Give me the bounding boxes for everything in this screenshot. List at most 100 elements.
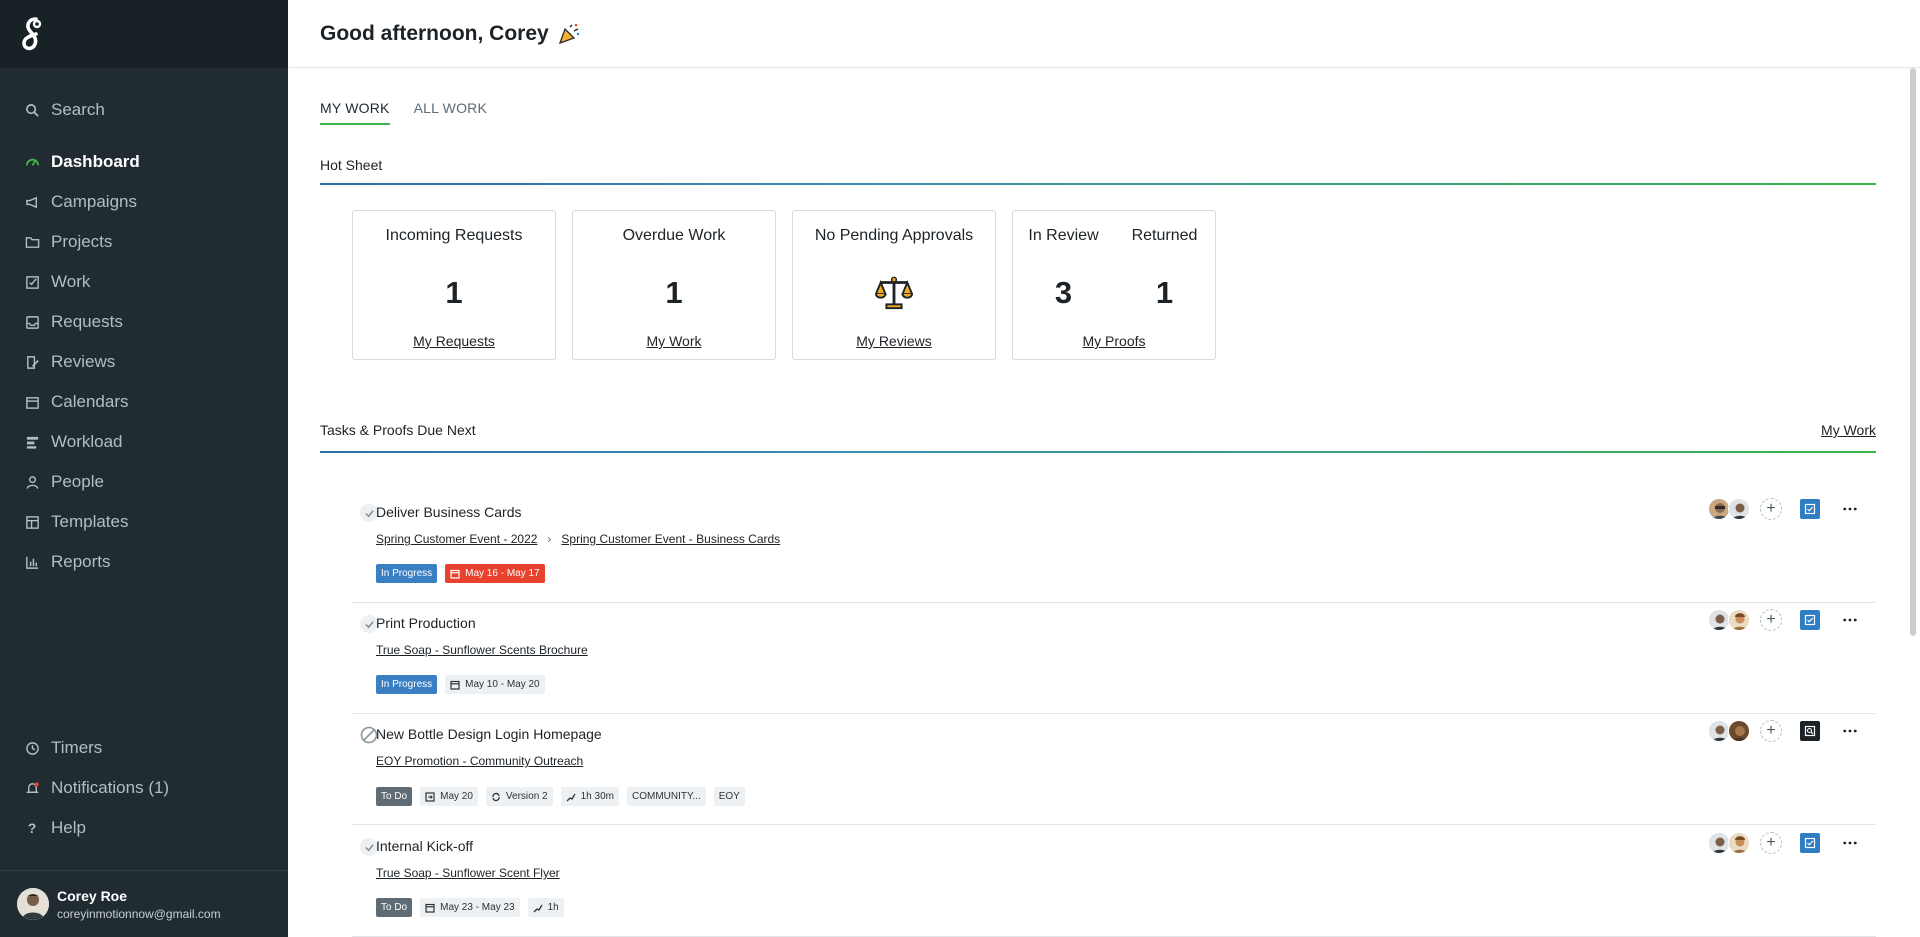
sidebar-item-campaigns[interactable]: Campaigns <box>0 184 288 220</box>
card-count: 3 <box>1054 275 1073 310</box>
card-count: 1 <box>665 275 683 310</box>
my-work-link[interactable]: My Work <box>573 333 775 349</box>
assignee-avatar[interactable] <box>1728 720 1750 742</box>
status-badge[interactable]: In Progress <box>376 675 438 694</box>
project-link[interactable]: True Soap - Sunflower Scents Brochure <box>376 643 588 657</box>
task-title[interactable]: Deliver Business Cards <box>376 504 522 520</box>
tasks-my-work-link[interactable]: My Work <box>1821 422 1876 438</box>
add-assignee-button[interactable]: + <box>1760 720 1782 742</box>
sidebar-item-help[interactable]: ? Help <box>0 810 288 846</box>
status-badge[interactable]: In Progress <box>376 564 438 583</box>
status-badge[interactable]: To Do <box>376 898 413 917</box>
add-assignee-button[interactable]: + <box>1760 832 1782 854</box>
sidebar-item-reviews[interactable]: Reviews <box>0 344 288 380</box>
assignee-avatar[interactable] <box>1708 720 1730 742</box>
calendar-icon <box>450 680 460 690</box>
task-row[interactable]: Print Production True Soap - Sunflower S… <box>352 603 1876 714</box>
status-badge[interactable]: To Do <box>376 787 413 806</box>
check-icon <box>364 843 374 851</box>
hot-sheet-header: Hot Sheet <box>320 157 1876 173</box>
campaign-link[interactable]: Spring Customer Event - 2022 <box>376 532 537 546</box>
sidebar-item-notifications[interactable]: Notifications (1) <box>0 770 288 806</box>
sidebar-item-workload[interactable]: Workload <box>0 424 288 460</box>
task-checkbox-icon <box>1804 837 1816 849</box>
sidebar-item-label: Projects <box>51 232 113 251</box>
scales-icon <box>793 273 995 311</box>
my-reviews-link[interactable]: My Reviews <box>793 333 995 349</box>
ellipsis-icon <box>1843 841 1857 845</box>
task-title[interactable]: New Bottle Design Login Homepage <box>376 726 602 742</box>
label-tag[interactable]: EOY <box>713 787 745 806</box>
task-type-button[interactable] <box>1800 610 1820 630</box>
task-actions: + <box>1708 720 1860 742</box>
label-tag[interactable]: COMMUNITY... <box>626 787 706 806</box>
task-tags: To Do May 20 Version 2 1h 30m COMMUNITY.… <box>376 787 753 806</box>
add-assignee-button[interactable]: + <box>1760 498 1782 520</box>
date-badge[interactable]: May 10 - May 20 <box>445 675 545 694</box>
estimate-badge[interactable]: 1h 30m <box>560 787 619 806</box>
date-badge[interactable]: May 16 - May 17 <box>445 564 545 583</box>
user-profile[interactable]: Corey Roe coreyinmotionnow@gmail.com <box>0 870 288 937</box>
estimate-badge[interactable]: 1h <box>527 898 564 917</box>
tab-all-work[interactable]: ALL WORK <box>414 100 487 125</box>
task-row[interactable]: Internal Kick-off True Soap - Sunflower … <box>352 826 1876 937</box>
sidebar-item-label: People <box>51 472 104 491</box>
search-icon <box>24 102 40 118</box>
task-actions: + <box>1708 609 1860 631</box>
main-scrollbar[interactable] <box>1910 68 1916 636</box>
task-type-button[interactable] <box>1800 833 1820 853</box>
tasks-title: Tasks & Proofs Due Next <box>320 422 476 438</box>
task-title[interactable]: Print Production <box>376 615 476 631</box>
due-date-badge[interactable]: May 20 <box>420 787 478 806</box>
date-range: May 10 - May 20 <box>465 679 540 690</box>
proof-type-button[interactable] <box>1800 721 1820 741</box>
due-arrow-icon <box>425 791 435 802</box>
sidebar-item-templates[interactable]: Templates <box>0 504 288 540</box>
task-actions: + <box>1708 832 1860 854</box>
sidebar-item-projects[interactable]: Projects <box>0 224 288 260</box>
more-options-button[interactable] <box>1840 833 1860 853</box>
clock-icon <box>24 740 40 756</box>
app-logo[interactable] <box>0 0 288 68</box>
sidebar-item-timers[interactable]: Timers <box>0 730 288 766</box>
card-title: No Pending Approvals <box>814 227 974 244</box>
sidebar-item-people[interactable]: People <box>0 464 288 500</box>
sidebar-item-reports[interactable]: Reports <box>0 544 288 580</box>
sidebar-item-dashboard[interactable]: Dashboard <box>0 144 288 180</box>
card-title: Overdue Work <box>622 227 726 244</box>
sidebar-item-calendars[interactable]: Calendars <box>0 384 288 420</box>
sidebar-item-work[interactable]: Work <box>0 264 288 300</box>
assignee-avatar[interactable] <box>1708 609 1730 631</box>
sidebar-item-label: Templates <box>51 512 129 531</box>
task-title[interactable]: Internal Kick-off <box>376 838 473 854</box>
more-options-button[interactable] <box>1840 499 1860 519</box>
project-link[interactable]: EOY Promotion - Community Outreach <box>376 754 583 768</box>
task-checkbox-icon <box>1804 614 1816 626</box>
task-breadcrumb: True Soap - Sunflower Scents Brochure <box>376 643 588 657</box>
task-type-button[interactable] <box>1800 499 1820 519</box>
add-assignee-button[interactable]: + <box>1760 609 1782 631</box>
tab-my-work[interactable]: MY WORK <box>320 100 390 125</box>
project-link[interactable]: Spring Customer Event - Business Cards <box>561 532 780 546</box>
folder-icon <box>24 234 40 250</box>
assignee-avatar[interactable] <box>1708 498 1730 520</box>
my-proofs-link[interactable]: My Proofs <box>1013 333 1215 349</box>
assignee-avatar[interactable] <box>1728 609 1750 631</box>
task-row[interactable]: New Bottle Design Login Homepage EOY Pro… <box>352 714 1876 825</box>
more-options-button[interactable] <box>1840 721 1860 741</box>
more-options-button[interactable] <box>1840 610 1860 630</box>
assignee-avatar[interactable] <box>1708 832 1730 854</box>
sidebar-item-requests[interactable]: Requests <box>0 304 288 340</box>
tasks-divider <box>320 451 1876 453</box>
page-header: Good afternoon, Corey <box>288 0 1920 68</box>
version-badge[interactable]: Version 2 <box>485 787 553 806</box>
project-link[interactable]: True Soap - Sunflower Scent Flyer <box>376 866 560 880</box>
assignee-avatar[interactable] <box>1728 832 1750 854</box>
assignee-avatar[interactable] <box>1728 498 1750 520</box>
sidebar-item-search[interactable]: Search <box>0 92 288 128</box>
task-row[interactable]: Deliver Business Cards Spring Customer E… <box>352 492 1876 603</box>
main-content: Good afternoon, Corey MY WORK ALL WORK H… <box>288 0 1920 937</box>
my-requests-link[interactable]: My Requests <box>353 333 555 349</box>
date-badge[interactable]: May 23 - May 23 <box>420 898 520 917</box>
hot-sheet-cards: Incoming Requests 1 My Requests Overdue … <box>352 210 1232 360</box>
